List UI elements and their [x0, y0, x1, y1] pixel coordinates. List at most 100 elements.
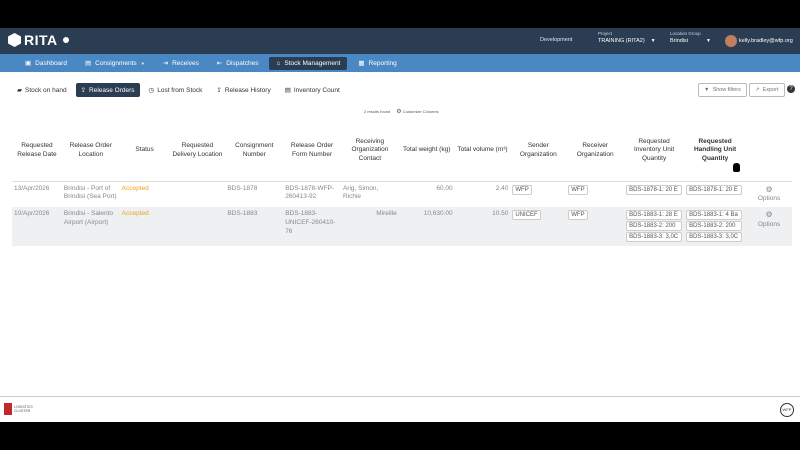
cell-inventory-units: BDS-1878-1: 20 E [624, 181, 684, 207]
main-nav: ▣ Dashboard ▤ Consignments ▼ ⇥ Receives ⇤ Dis… [0, 54, 800, 72]
org-tag: WFP [568, 210, 588, 221]
unit-chip: BDS-1883-1: 4 Ba [686, 210, 743, 221]
footer: LOGISTICS CLUSTER WFP [0, 396, 800, 422]
project-label: Project [598, 31, 613, 36]
nav-label: Dashboard [35, 59, 67, 67]
tab-lost-from-stock[interactable]: ◷ Lost from Stock [144, 83, 208, 97]
nav-label: Receives [172, 59, 199, 67]
column-header[interactable]: Requested Delivery Location [169, 121, 226, 182]
clock-icon: ◷ [148, 87, 155, 94]
stock-subtabs: ▰ Stock on hand ⇪ Release Orders ◷ Lost fro… [12, 83, 345, 97]
nav-label: Reporting [368, 59, 397, 67]
cell-handling-units: BDS-1878-1: 20 E [684, 181, 746, 207]
org-tag: WFP [568, 184, 588, 195]
cell-weight: 10,630.00 [398, 207, 455, 247]
unit-chip: BDS-1883-3: 3,0C [626, 232, 683, 243]
location-value: Brindisi [670, 38, 689, 44]
column-header[interactable]: Requested Inventory Unit Quantity [624, 121, 685, 182]
nav-label: Consignments [95, 59, 137, 67]
show-filters-button[interactable]: ▼ Show filters [698, 83, 747, 97]
receives-icon: ⇥ [162, 60, 169, 67]
cell-handling-units: BDS-1883-1: 4 Ba BDS-1883-2: 200 BDS-188… [684, 207, 747, 247]
logistics-cluster-icon [4, 403, 12, 415]
app-window: RITA Development Project TRAINING (RITA2… [0, 28, 800, 422]
button-label: Export [762, 87, 779, 93]
column-header[interactable]: Requested Handling Unit Quantity [684, 121, 747, 182]
cell-consignment: BDS-1883 [225, 207, 284, 247]
reporting-icon: ▦ [358, 60, 365, 67]
cell-consignment: BDS-1878 [227, 184, 258, 192]
location-label: Location Group [670, 31, 701, 36]
column-header[interactable]: Consignment Number [225, 121, 284, 182]
results-bar: 2 results found ⚙ Customize Columns [364, 108, 439, 115]
tab-label: Inventory Count [293, 86, 340, 94]
nav-dashboard[interactable]: ▣ Dashboard [18, 56, 74, 70]
cell-weight: 60.00 [436, 184, 453, 192]
help-icon[interactable]: ? [787, 85, 795, 93]
nav-receives[interactable]: ⇥ Receives [156, 56, 206, 70]
column-header[interactable]: Status [119, 121, 170, 182]
clipboard-icon: ▤ [284, 87, 291, 94]
status-badge: Accepted [121, 184, 149, 192]
column-header[interactable]: Release Order Form Number [283, 121, 341, 182]
project-selector[interactable]: Project TRAINING (RITA2) ▼ [598, 31, 656, 44]
cell-volume: 10.50 [454, 207, 511, 247]
chevron-down-icon: ▼ [650, 38, 656, 44]
button-label: Customize Columns [402, 109, 439, 114]
consignments-icon: ▤ [84, 60, 92, 67]
chevron-down-icon: ▼ [140, 60, 145, 66]
cell-delivery [170, 181, 226, 207]
gear-icon: ⚙ [765, 184, 773, 194]
cell-delivery [169, 207, 226, 247]
stack-icon: ▰ [17, 87, 22, 94]
cell-location: Brindisi - Port of Brindisi (Sea Port) [63, 184, 117, 201]
column-header[interactable]: Total weight (kg) [398, 121, 455, 182]
export-icon: ↗ [755, 87, 760, 93]
release-orders-table: Requested Release Date Release Order Loc… [12, 121, 792, 247]
options-label: Options [757, 195, 781, 203]
options-button[interactable]: ⚙ Options [746, 181, 792, 207]
column-header[interactable]: Requested Release Date [12, 121, 62, 182]
hand-cursor-icon [733, 163, 740, 172]
avatar[interactable] [725, 35, 737, 47]
table-row[interactable]: 13/Apr/2026 Brindisi - Port of Brindisi … [12, 181, 792, 207]
options-button[interactable]: ⚙ Options [746, 207, 792, 247]
nav-dispatches[interactable]: ⇤ Dispatches [210, 56, 266, 70]
logistics-cluster-logo: LOGISTICS CLUSTER [4, 403, 38, 415]
cell-contact: Mireille [340, 207, 399, 247]
environment-label: Development [540, 37, 573, 43]
customize-columns-button[interactable]: ⚙ Customize Columns [396, 108, 438, 115]
unit-chip: BDS-1883-3: 3,0C [686, 232, 743, 243]
nav-consignments[interactable]: ▤ Consignments ▼ [78, 56, 152, 70]
gear-icon: ⚙ [396, 109, 402, 115]
user-email[interactable]: kelly.bradley@wfp.org [739, 38, 793, 44]
project-value: TRAINING (RITA2) [598, 38, 645, 44]
tab-release-history[interactable]: ⇪ Release History [211, 83, 275, 97]
status-badge: Accepted [119, 207, 170, 247]
rita-logo[interactable]: RITA [8, 32, 69, 48]
tab-label: Stock on hand [25, 86, 67, 94]
cell-inventory-units: BDS-1883-1: 28 E BDS-1883-2: 200 BDS-188… [624, 207, 685, 247]
column-header[interactable]: Release Order Location [61, 121, 120, 182]
column-header[interactable]: Receiving Organization Contact [340, 121, 399, 182]
org-tag: UNICEF [512, 210, 541, 221]
notification-dot-icon [62, 37, 69, 43]
tab-label: Lost from Stock [157, 86, 203, 94]
location-selector[interactable]: Location Group Brindisi ▼ [670, 31, 711, 44]
cell-form-number: BDS-1878-WFP-260413-92 [285, 184, 334, 201]
chevron-down-icon: ▼ [706, 38, 711, 44]
tab-inventory-count[interactable]: ▤ Inventory Count [280, 83, 345, 97]
nav-reporting[interactable]: ▦ Reporting [351, 56, 403, 70]
table-row[interactable]: 10/Apr/2026 Brindisi - Salento Airport (… [12, 207, 792, 247]
tab-stock-on-hand[interactable]: ▰ Stock on hand [12, 83, 72, 97]
export-button[interactable]: ↗ Export [749, 83, 785, 97]
column-header[interactable]: Sender Organization [510, 121, 567, 182]
unit-chip: BDS-1883-2: 200 [626, 221, 683, 232]
warehouse-icon: ⌂ [276, 59, 281, 67]
column-header[interactable]: Total volume (m³) [454, 121, 511, 182]
gear-icon: ⚙ [765, 210, 773, 220]
nav-stock-management[interactable]: ⌂ Stock Management [269, 56, 348, 70]
column-header[interactable]: Receiver Organization [566, 121, 625, 182]
tab-release-orders[interactable]: ⇪ Release Orders [75, 83, 140, 97]
unit-chip: BDS-1878-1: 20 E [626, 184, 683, 195]
